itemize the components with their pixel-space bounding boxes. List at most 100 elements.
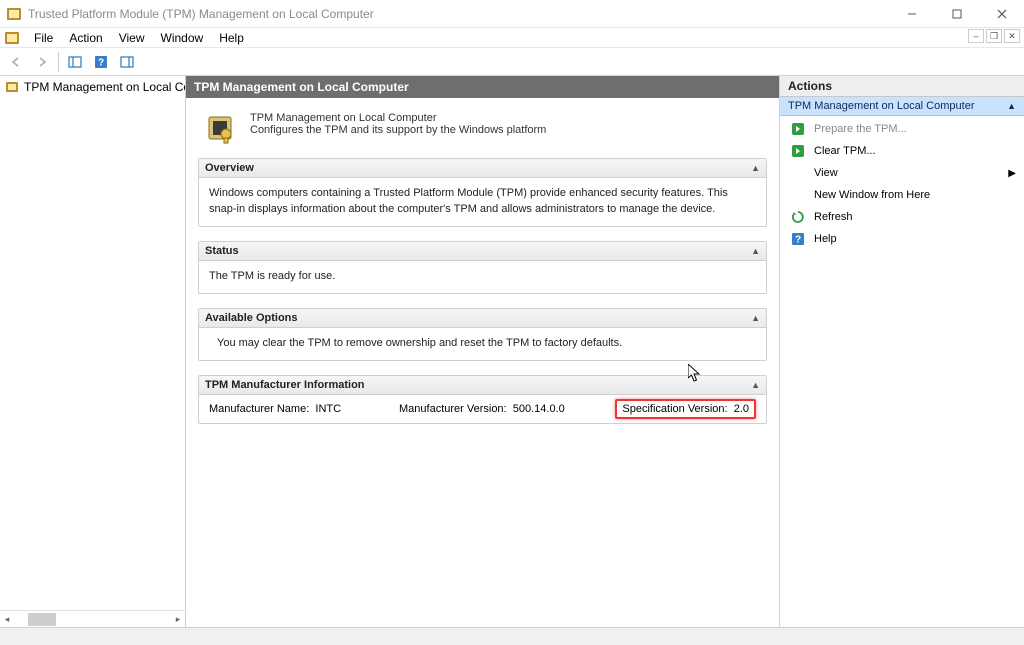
close-button[interactable] [979, 0, 1024, 28]
menu-help[interactable]: Help [211, 29, 252, 47]
actions-group-title-text: TPM Management on Local Computer [788, 100, 974, 112]
content-body: TPM Management on Local Computer Configu… [186, 98, 779, 627]
panel-overview-title: Overview [205, 162, 254, 174]
spec-highlight-box: Specification Version: 2.0 [615, 399, 756, 419]
content-header: TPM Management on Local Computer [186, 76, 779, 98]
manufacturer-name-label: Manufacturer Name: [209, 403, 309, 415]
manufacturer-version-label: Manufacturer Version: [399, 403, 507, 415]
collapse-up-icon: ▲ [1007, 101, 1016, 111]
action-label: Clear TPM... [814, 145, 876, 157]
panel-options-body: You may clear the TPM to remove ownershi… [199, 328, 766, 360]
intro-row: TPM Management on Local Computer Configu… [198, 108, 767, 158]
mdi-restore-button[interactable]: ❐ [986, 29, 1002, 43]
panel-options: Available Options ▲ You may clear the TP… [198, 308, 767, 361]
back-button [4, 51, 28, 73]
tree-node-label: TPM Management on Local Comp [24, 80, 185, 94]
manufacturer-version-value: 500.14.0.0 [513, 403, 565, 415]
tree-node-tpm[interactable]: TPM Management on Local Comp [0, 78, 185, 96]
panel-overview-body: Windows computers containing a Trusted P… [199, 178, 766, 226]
collapse-icon: ▲ [751, 163, 760, 173]
menubar: File Action View Window Help – ❐ ✕ [0, 28, 1024, 48]
scroll-left-arrow[interactable]: ◂ [0, 613, 14, 626]
mdi-app-icon [4, 30, 20, 46]
panel-status-title: Status [205, 245, 239, 257]
help-icon: ? [790, 231, 806, 247]
panel-overview-header[interactable]: Overview ▲ [199, 159, 766, 178]
menu-action[interactable]: Action [61, 29, 110, 47]
panel-manufacturer-header[interactable]: TPM Manufacturer Information ▲ [199, 376, 766, 395]
mdi-window-controls: – ❐ ✕ [968, 29, 1020, 43]
specification-version-label: Specification Version: [622, 403, 727, 415]
panel-manufacturer: TPM Manufacturer Information ▲ Manufactu… [198, 375, 767, 424]
menu-file[interactable]: File [26, 29, 61, 47]
blank-icon [790, 187, 806, 203]
action-clear-tpm[interactable]: Clear TPM... [780, 140, 1024, 162]
action-refresh[interactable]: Refresh [780, 206, 1024, 228]
intro-text: TPM Management on Local Computer Configu… [250, 112, 546, 136]
svg-text:?: ? [795, 235, 801, 246]
help-button[interactable]: ? [89, 51, 113, 73]
statusbar [0, 627, 1024, 645]
toolbar: ? [0, 48, 1024, 76]
mdi-close-button[interactable]: ✕ [1004, 29, 1020, 43]
mdi-minimize-button[interactable]: – [968, 29, 984, 43]
tree-pane: TPM Management on Local Comp ◂ ▸ [0, 76, 186, 627]
panel-status: Status ▲ The TPM is ready for use. [198, 241, 767, 294]
action-label: Help [814, 233, 837, 245]
action-view[interactable]: View ▶ [780, 162, 1024, 184]
scroll-right-arrow[interactable]: ▸ [171, 613, 185, 626]
submenu-arrow-icon: ▶ [1008, 168, 1016, 179]
specification-version-value: 2.0 [734, 403, 749, 415]
panel-overview: Overview ▲ Windows computers containing … [198, 158, 767, 227]
menu-window[interactable]: Window [153, 29, 212, 47]
app-icon [6, 6, 22, 22]
action-prepare-tpm: Prepare the TPM... [780, 118, 1024, 140]
specification-version: Specification Version: 2.0 [615, 403, 756, 415]
blank-icon [790, 165, 806, 181]
svg-text:?: ? [98, 57, 104, 68]
actions-pane: Actions TPM Management on Local Computer… [780, 76, 1024, 627]
panel-status-body: The TPM is ready for use. [199, 261, 766, 293]
panel-status-header[interactable]: Status ▲ [199, 242, 766, 261]
actions-list: Prepare the TPM... Clear TPM... View ▶ N… [780, 116, 1024, 252]
window-title: Trusted Platform Module (TPM) Management… [28, 7, 889, 21]
window-titlebar: Trusted Platform Module (TPM) Management… [0, 0, 1024, 28]
manufacturer-version: Manufacturer Version: 500.14.0.0 [399, 403, 565, 415]
tree-content: TPM Management on Local Comp [0, 76, 185, 610]
intro-title: TPM Management on Local Computer [250, 112, 546, 124]
scrollbar-thumb[interactable] [28, 613, 56, 626]
minimize-button[interactable] [889, 0, 934, 28]
panel-manufacturer-title: TPM Manufacturer Information [205, 379, 365, 391]
action-label: Prepare the TPM... [814, 123, 907, 135]
workspace: TPM Management on Local Comp ◂ ▸ TPM Man… [0, 76, 1024, 627]
intro-description: Configures the TPM and its support by th… [250, 124, 546, 136]
collapse-icon: ▲ [751, 313, 760, 323]
refresh-icon [790, 209, 806, 225]
toolbar-separator [58, 52, 59, 72]
show-hide-tree-button[interactable] [63, 51, 87, 73]
manufacturer-name: Manufacturer Name: INTC [209, 403, 341, 415]
tpm-node-icon [4, 79, 20, 95]
action-new-window[interactable]: New Window from Here [780, 184, 1024, 206]
tpm-chip-key-icon [204, 112, 236, 144]
collapse-icon: ▲ [751, 380, 760, 390]
show-hide-action-pane-button[interactable] [115, 51, 139, 73]
maximize-button[interactable] [934, 0, 979, 28]
actions-header: Actions [780, 76, 1024, 97]
content-pane: TPM Management on Local Computer TPM Man… [186, 76, 780, 627]
tree-horizontal-scrollbar[interactable]: ◂ ▸ [0, 610, 185, 627]
arrow-right-green-icon [790, 121, 806, 137]
menu-view[interactable]: View [111, 29, 153, 47]
action-label: Refresh [814, 211, 853, 223]
manufacturer-row: Manufacturer Name: INTC Manufacturer Ver… [199, 395, 766, 423]
collapse-icon: ▲ [751, 246, 760, 256]
actions-group-title[interactable]: TPM Management on Local Computer ▲ [780, 97, 1024, 116]
panel-options-title: Available Options [205, 312, 298, 324]
arrow-right-green-icon [790, 143, 806, 159]
forward-button [30, 51, 54, 73]
manufacturer-name-value: INTC [315, 403, 341, 415]
action-help[interactable]: ? Help [780, 228, 1024, 250]
action-label: View [814, 167, 838, 179]
action-label: New Window from Here [814, 189, 930, 201]
panel-options-header[interactable]: Available Options ▲ [199, 309, 766, 328]
